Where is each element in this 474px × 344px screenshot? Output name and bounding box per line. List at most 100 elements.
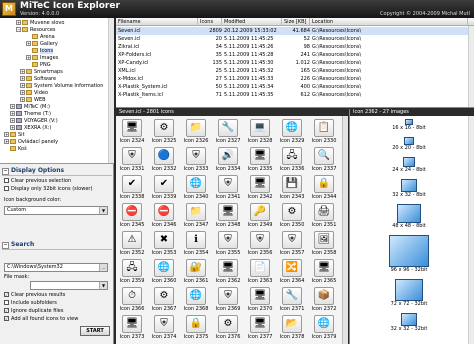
no-entry-icon[interactable]: ⛔	[122, 203, 142, 221]
image-size-entry[interactable]: 16 x 16 - 8bit	[350, 119, 468, 132]
shield-icon[interactable]: ⛨	[218, 175, 238, 193]
table-row[interactable]: Zikral.icl 34 5.11.2009 11:45:26 98 G:\Resou…	[116, 43, 468, 51]
lock-icon[interactable]: 🔐	[186, 259, 206, 277]
icon-grid-item[interactable]: 🔀 Icon 2364	[278, 259, 306, 285]
tree-item[interactable]: + Sit	[4, 132, 25, 139]
column-header[interactable]: Filename	[116, 18, 198, 26]
icon-grid-item[interactable]: ⚙ Icon 2376	[214, 315, 242, 341]
icon-grid-item[interactable]: 🖧 Icon 2336	[278, 147, 306, 173]
image-size-entry[interactable]: 32 x 32 - 8bit	[350, 179, 468, 199]
image-size-entry[interactable]: 96 x 96 - 32bit	[350, 235, 468, 274]
speaker-icon[interactable]: 🔊	[218, 147, 238, 165]
shield-icon[interactable]: ⛨	[186, 147, 206, 165]
file-mask-select[interactable]: ▼	[30, 281, 108, 290]
icon-grid-item[interactable]: 🔒 Icon 2344	[310, 175, 338, 201]
icon-grid-item[interactable]: 📄 Icon 2363	[246, 259, 274, 285]
wrench-icon[interactable]: 🔧	[282, 287, 302, 305]
expand-icon[interactable]: +	[20, 83, 25, 88]
column-header[interactable]: Icons	[198, 18, 222, 26]
icon-grid-item[interactable]: 🖥 Icon 2324	[118, 119, 146, 145]
folder-tree[interactable]: + Muvene slovo − Resources Arena + Gallery Icon…	[0, 18, 114, 164]
collapse-icon[interactable]: −	[16, 27, 21, 32]
icon-grid-item[interactable]: ⏱ Icon 2366	[118, 287, 146, 313]
icon-grid-item[interactable]: 🌐 Icon 2379	[310, 315, 338, 341]
shield-icon[interactable]: ⛨	[218, 231, 238, 249]
icon-grid-item[interactable]: ✔ Icon 2338	[118, 175, 146, 201]
icon-grid-item[interactable]: ℹ Icon 2354	[182, 231, 210, 257]
icon-grid-item[interactable]: 💻 Icon 2328	[246, 119, 274, 145]
monitor-icon[interactable]: 🖥	[250, 315, 270, 333]
column-header[interactable]: Size [KB]	[282, 18, 310, 26]
tree-item[interactable]: + Ovládací panely	[4, 139, 58, 146]
image-size-entry[interactable]: 32 x 32 - 32bit	[350, 313, 468, 333]
gear-icon[interactable]: ⚙	[154, 119, 174, 137]
option-clear-selection[interactable]: Clear previous selection	[4, 178, 71, 185]
globe-icon[interactable]: 🌐	[186, 287, 206, 305]
expand-icon[interactable]: +	[10, 125, 15, 130]
icon-grid-item[interactable]: ⛔ Icon 2345	[118, 203, 146, 229]
icon-grid-item[interactable]: 🖥 Icon 2370	[246, 287, 274, 313]
icon-grid-item[interactable]: ⚙ Icon 2350	[278, 203, 306, 229]
icon-grid-item[interactable]: 🖼 Icon 2358	[310, 231, 338, 257]
icon-grid-item[interactable]: 💾 Icon 2343	[278, 175, 306, 201]
gear-icon[interactable]: ⚙	[282, 203, 302, 221]
shield-icon[interactable]: ⛨	[122, 147, 142, 165]
icon-grid-item[interactable]: ⚙ Icon 2325	[150, 119, 178, 145]
icon-grid-item[interactable]: ✔ Icon 2339	[150, 175, 178, 201]
icon-grid-item[interactable]: 🔊 Icon 2334	[214, 147, 242, 173]
icon-grid-item[interactable]: 🖨 Icon 2351	[310, 203, 338, 229]
monitor-icon[interactable]: 🖥	[218, 259, 238, 277]
icons-panel-scrollbar[interactable]	[342, 116, 348, 344]
column-header[interactable]: Modified	[222, 18, 282, 26]
stopwatch-icon[interactable]: ⏱	[122, 287, 142, 305]
option-include-subfolders[interactable]: Include subfolders	[4, 300, 57, 307]
info-icon[interactable]: ℹ	[186, 231, 206, 249]
network-icon[interactable]: 🖧	[122, 259, 142, 277]
icon-grid-item[interactable]: 📁 Icon 2347	[182, 203, 210, 229]
expand-icon[interactable]: +	[26, 41, 31, 46]
monitor-icon[interactable]: 🖥	[250, 287, 270, 305]
warning-icon[interactable]: ⚠	[122, 231, 142, 249]
monitor-icon[interactable]: 🖥	[122, 119, 142, 137]
gear-icon[interactable]: ⚙	[218, 315, 238, 333]
checkbox-icon[interactable]: ✓	[4, 292, 9, 297]
chevron-down-icon[interactable]: ▼	[99, 207, 107, 214]
clipboard-icon[interactable]: 📋	[314, 119, 334, 137]
icon-grid-item[interactable]: 🖥 Icon 2373	[118, 315, 146, 341]
checkbox-icon[interactable]: ✓	[4, 316, 9, 321]
monitor-icon[interactable]: 🖥	[250, 147, 270, 165]
images-panel-scrollbar[interactable]	[468, 116, 474, 344]
icon-grid-item[interactable]: 🔐 Icon 2361	[182, 259, 210, 285]
expand-icon[interactable]: +	[10, 111, 15, 116]
icon-grid-item[interactable]: 🖥 Icon 2365	[310, 259, 338, 285]
icon-grid-item[interactable]: 🖥 Icon 2348	[214, 203, 242, 229]
expand-icon[interactable]: +	[10, 118, 15, 123]
tree-item[interactable]: + Gallery	[26, 41, 58, 48]
search-header[interactable]: − Search	[2, 240, 112, 250]
table-row[interactable]: x-Mdox.icl 27 5.11.2009 11:45:33 226 G:\Reso…	[116, 75, 468, 83]
package-icon[interactable]: 📦	[314, 287, 334, 305]
collapse-icon[interactable]: −	[2, 168, 9, 175]
table-row[interactable]: Seven.icl 20 5.11.2009 11:45:25 52 G:\Resour…	[116, 35, 468, 43]
tree-item[interactable]: + Video	[20, 90, 48, 97]
shield-icon[interactable]: ⛨	[282, 231, 302, 249]
error-icon[interactable]: ✖	[154, 231, 174, 249]
bg-color-select[interactable]: Custom ▼	[4, 206, 108, 215]
magnifier-icon[interactable]: 🔍	[314, 147, 334, 165]
icon-grid-item[interactable]: ⛨ Icon 2333	[182, 147, 210, 173]
icon-grid-item[interactable]: ⛔ Icon 2346	[150, 203, 178, 229]
icon-grid-item[interactable]: 🔧 Icon 2371	[278, 287, 306, 313]
icon-grid-item[interactable]: ⚠ Icon 2352	[118, 231, 146, 257]
key-icon[interactable]: 🔑	[250, 203, 270, 221]
document-icon[interactable]: 📄	[250, 259, 270, 277]
icon-grid-item[interactable]: 🖥 Icon 2342	[246, 175, 274, 201]
tree-item[interactable]: + System Volume Information	[20, 83, 103, 90]
table-row[interactable]: XP-Candy.icl 135 5.11.2009 11:45:30 1.012 G:…	[116, 59, 468, 67]
table-row[interactable]: Seven.icl 2809 20.12.2009 15:33:02 41.684 G:…	[116, 27, 468, 35]
expand-icon[interactable]: +	[10, 104, 15, 109]
checkbox-icon[interactable]: ✓	[4, 308, 9, 313]
switch-icon[interactable]: 🔀	[282, 259, 302, 277]
icon-grid-item[interactable]: 🖧 Icon 2359	[118, 259, 146, 285]
file-list[interactable]: Filename Icons Modified Size [KB] Location S…	[116, 18, 474, 108]
globe-icon[interactable]: 🌐	[282, 119, 302, 137]
